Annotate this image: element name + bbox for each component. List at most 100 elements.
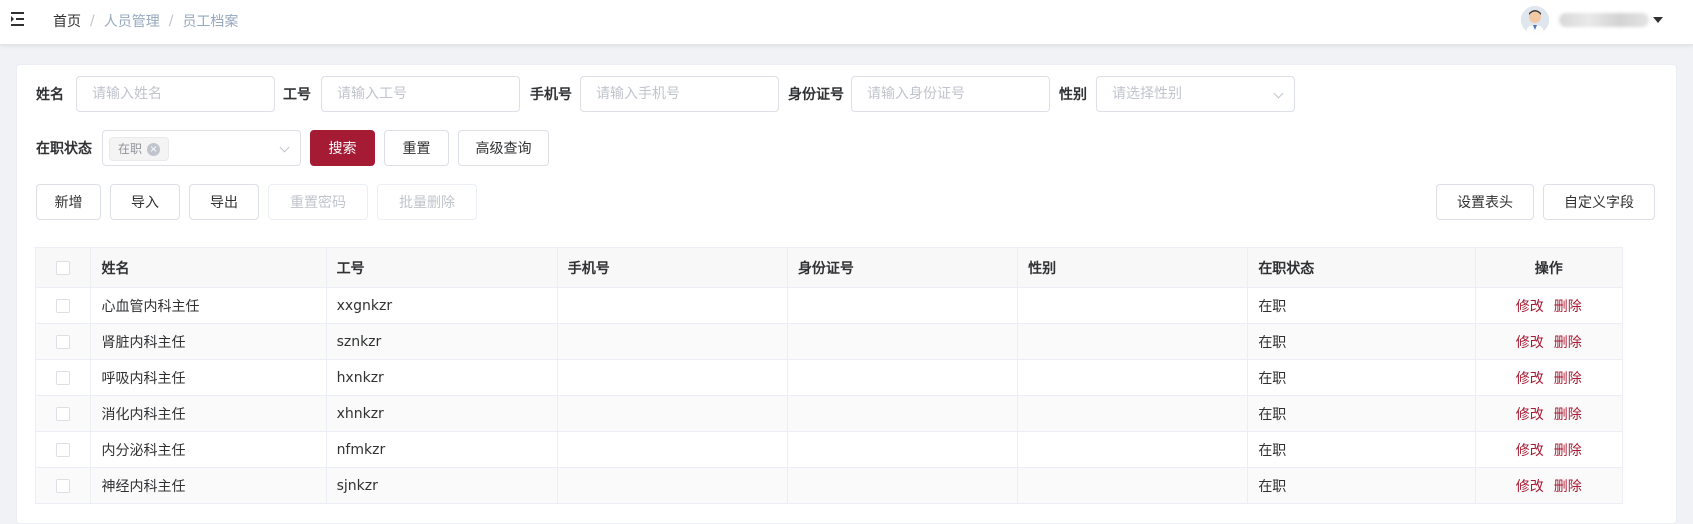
custom-field-button[interactable]: 自定义字段 bbox=[1543, 184, 1655, 220]
gender-select-placeholder: 请选择性别 bbox=[1112, 86, 1182, 102]
header-name[interactable]: 姓名 bbox=[90, 247, 327, 288]
edit-link[interactable]: 修改 bbox=[1516, 479, 1544, 495]
cell-gender bbox=[1017, 287, 1249, 324]
cell-idcard bbox=[786, 287, 1019, 324]
cell-gender bbox=[1017, 395, 1249, 432]
select-all-checkbox[interactable] bbox=[56, 260, 71, 275]
table-row: 消化内科主任 xhnkzr 在职 修改 删除 bbox=[34, 395, 1624, 432]
status-select[interactable]: 在职 × bbox=[102, 130, 301, 166]
top-navbar: 首页 / 人员管理 / 员工档案 bbox=[0, 0, 1693, 45]
delete-link[interactable]: 删除 bbox=[1554, 443, 1582, 459]
name-input[interactable]: 请输入姓名 bbox=[76, 76, 275, 112]
row-select-cell bbox=[34, 395, 92, 432]
header-status[interactable]: 在职状态 bbox=[1247, 247, 1476, 288]
avatar[interactable] bbox=[1521, 6, 1549, 34]
cell-phone bbox=[556, 359, 788, 396]
row-checkbox[interactable] bbox=[56, 370, 71, 385]
cell-ops: 修改 删除 bbox=[1474, 323, 1624, 360]
status-label: 在职状态 bbox=[36, 141, 92, 157]
caret-down-icon[interactable] bbox=[1653, 17, 1663, 23]
delete-link[interactable]: 删除 bbox=[1554, 299, 1582, 315]
table-header-row: 姓名 工号 手机号 身份证号 性别 在职状态 操作 bbox=[34, 247, 1624, 288]
cell-gender bbox=[1017, 359, 1249, 396]
idcard-input[interactable]: 请输入身份证号 bbox=[851, 76, 1050, 112]
batch-delete-button[interactable]: 批量删除 bbox=[377, 184, 477, 220]
edit-link[interactable]: 修改 bbox=[1516, 335, 1544, 351]
cell-jobno: xhnkzr bbox=[325, 395, 558, 432]
row-checkbox[interactable] bbox=[56, 442, 71, 457]
row-select-cell bbox=[34, 431, 92, 468]
delete-link[interactable]: 删除 bbox=[1554, 335, 1582, 351]
breadcrumb: 首页 / 人员管理 / 员工档案 bbox=[53, 11, 238, 31]
row-select-cell bbox=[34, 287, 92, 324]
cell-idcard bbox=[786, 431, 1019, 468]
delete-link[interactable]: 删除 bbox=[1554, 407, 1582, 423]
cell-name: 肾脏内科主任 bbox=[90, 323, 327, 360]
delete-link[interactable]: 删除 bbox=[1554, 371, 1582, 387]
cell-name: 心血管内科主任 bbox=[90, 287, 327, 324]
chevron-down-icon bbox=[1273, 88, 1284, 99]
jobno-input[interactable]: 请输入工号 bbox=[321, 76, 520, 112]
export-button[interactable]: 导出 bbox=[189, 184, 259, 220]
cell-jobno: nfmkzr bbox=[325, 431, 558, 468]
reset-password-button[interactable]: 重置密码 bbox=[268, 184, 368, 220]
edit-link[interactable]: 修改 bbox=[1516, 371, 1544, 387]
cell-jobno: sznkzr bbox=[325, 323, 558, 360]
gender-select[interactable]: 请选择性别 bbox=[1096, 76, 1295, 112]
cell-idcard bbox=[786, 395, 1019, 432]
edit-link[interactable]: 修改 bbox=[1516, 443, 1544, 459]
cell-status: 在职 bbox=[1247, 359, 1476, 396]
advanced-search-button[interactable]: 高级查询 bbox=[458, 130, 549, 166]
user-menu[interactable] bbox=[1521, 6, 1663, 34]
select-all-cell bbox=[34, 247, 92, 288]
idcard-label: 身份证号 bbox=[788, 87, 844, 103]
cell-idcard bbox=[786, 323, 1019, 360]
row-select-cell bbox=[34, 323, 92, 360]
delete-link[interactable]: 删除 bbox=[1554, 479, 1582, 495]
header-phone[interactable]: 手机号 bbox=[556, 247, 788, 288]
breadcrumb-current: 员工档案 bbox=[182, 14, 239, 30]
phone-label: 手机号 bbox=[530, 87, 572, 103]
set-header-button[interactable]: 设置表头 bbox=[1436, 184, 1534, 220]
cell-status: 在职 bbox=[1247, 287, 1476, 324]
chevron-down-icon bbox=[279, 142, 290, 153]
row-checkbox[interactable] bbox=[56, 334, 71, 349]
hamburger-fold-icon[interactable] bbox=[11, 11, 29, 27]
add-button[interactable]: 新增 bbox=[36, 184, 101, 220]
search-button[interactable]: 搜索 bbox=[310, 130, 375, 166]
row-checkbox[interactable] bbox=[56, 478, 71, 493]
breadcrumb-home[interactable]: 首页 bbox=[53, 11, 81, 31]
reset-button[interactable]: 重置 bbox=[384, 130, 449, 166]
row-checkbox[interactable] bbox=[56, 406, 71, 421]
phone-input[interactable]: 请输入手机号 bbox=[580, 76, 779, 112]
employee-table: 姓名 工号 手机号 身份证号 性别 在职状态 操作 心血管内科主任 xxgnkz… bbox=[34, 247, 1624, 504]
breadcrumb-separator: / bbox=[90, 13, 95, 29]
cell-phone bbox=[556, 287, 788, 324]
cell-gender bbox=[1017, 323, 1249, 360]
cell-phone bbox=[556, 323, 788, 360]
close-circle-icon[interactable]: × bbox=[147, 142, 161, 156]
row-select-cell bbox=[34, 467, 92, 504]
cell-status: 在职 bbox=[1247, 467, 1476, 504]
row-select-cell bbox=[34, 359, 92, 396]
edit-link[interactable]: 修改 bbox=[1516, 299, 1544, 315]
cell-status: 在职 bbox=[1247, 395, 1476, 432]
breadcrumb-separator: / bbox=[168, 13, 174, 29]
table-row: 神经内科主任 sjnkzr 在职 修改 删除 bbox=[34, 467, 1624, 504]
cell-ops: 修改 删除 bbox=[1474, 467, 1624, 504]
cell-phone bbox=[556, 395, 788, 432]
header-gender[interactable]: 性别 bbox=[1017, 247, 1249, 288]
cell-ops: 修改 删除 bbox=[1474, 395, 1624, 432]
import-button[interactable]: 导入 bbox=[110, 184, 180, 220]
row-checkbox[interactable] bbox=[56, 298, 71, 313]
cell-status: 在职 bbox=[1247, 431, 1476, 468]
jobno-label: 工号 bbox=[283, 87, 311, 103]
table-row: 呼吸内科主任 hxnkzr 在职 修改 删除 bbox=[34, 359, 1624, 396]
cell-jobno: sjnkzr bbox=[325, 467, 558, 504]
header-jobno[interactable]: 工号 bbox=[325, 247, 558, 288]
gender-label: 性别 bbox=[1059, 87, 1087, 103]
edit-link[interactable]: 修改 bbox=[1516, 407, 1544, 423]
status-tag-label: 在职 bbox=[118, 142, 143, 156]
header-idcard[interactable]: 身份证号 bbox=[786, 247, 1019, 288]
cell-jobno: hxnkzr bbox=[325, 359, 558, 396]
